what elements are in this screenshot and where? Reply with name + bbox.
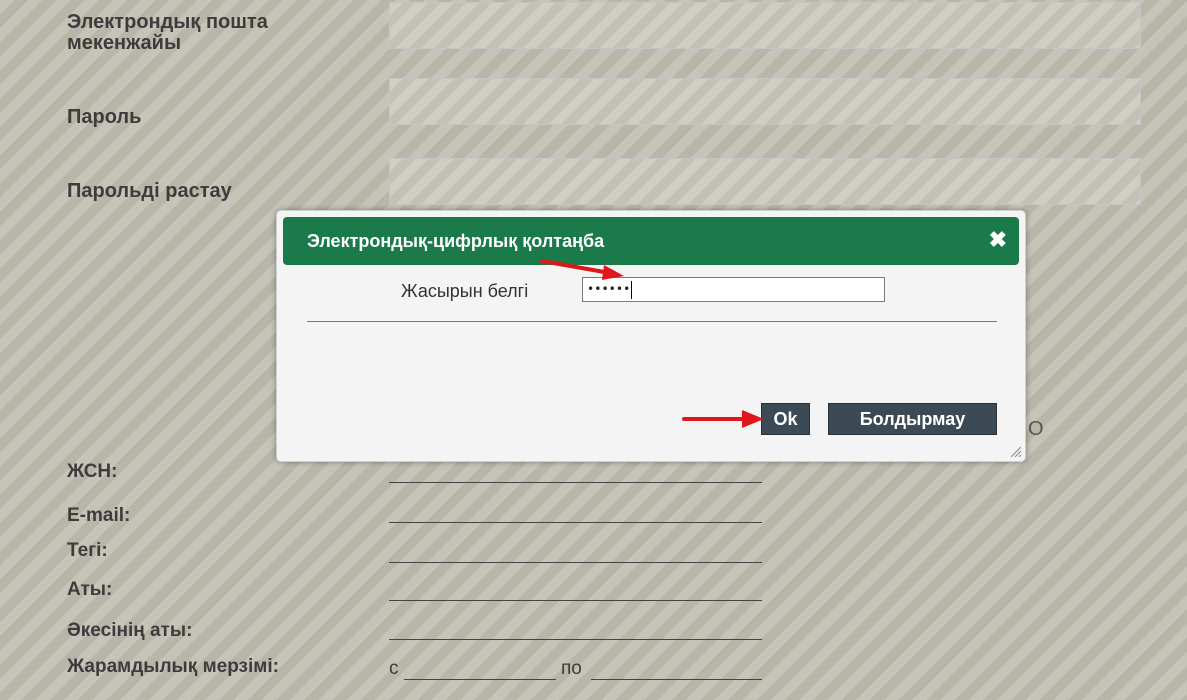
validity-from-label: с (389, 658, 399, 679)
iin-label: ЖСН: (67, 461, 118, 482)
resize-handle-icon[interactable] (1009, 445, 1021, 457)
iin-value-line (389, 482, 762, 483)
password-mask: •••••• (587, 282, 631, 296)
dialog-password-label: Жасырын белгі (401, 281, 529, 301)
validity-label: Жарамдылық мерзімі: (67, 656, 279, 677)
background-text-fragment: O (1028, 418, 1044, 440)
surname-label: Тегі: (67, 540, 108, 561)
patronymic-value-line (389, 639, 762, 640)
ok-button[interactable]: Ok (761, 403, 810, 435)
email-field[interactable] (389, 2, 1141, 49)
email-info-label: E-mail: (67, 505, 131, 526)
dialog-title: Электрондық-цифрлық қолтаңба (307, 231, 605, 251)
surname-value-line (389, 562, 762, 563)
name-value-line (389, 600, 762, 601)
password-label: Пароль (67, 106, 142, 128)
confirm-password-field[interactable] (389, 158, 1141, 205)
validity-to-label: по (561, 658, 582, 679)
arrow-to-ok-icon (682, 410, 764, 428)
email-label: Электрондық пошта мекенжайы (67, 11, 268, 54)
password-field[interactable] (389, 78, 1141, 125)
name-label: Аты: (67, 579, 113, 600)
dialog-header: Электрондық-цифрлық қолтаңба ✖ (283, 217, 1019, 265)
confirm-password-label: Парольді растау (67, 180, 232, 202)
validity-to-line (591, 679, 762, 680)
close-icon[interactable]: ✖ (989, 227, 1007, 253)
registration-page: Электрондық пошта мекенжайы Пароль Парол… (0, 0, 1187, 700)
text-cursor (631, 280, 633, 299)
dialog-password-input[interactable]: •••••• (582, 277, 885, 302)
dialog-separator (307, 321, 997, 322)
digital-signature-dialog: Электрондық-цифрлық қолтаңба ✖ Жасырын б… (276, 210, 1026, 462)
cancel-button[interactable]: Болдырмау (828, 403, 997, 435)
arrow-to-password-icon (540, 259, 624, 280)
patronymic-label: Әкесінің аты: (67, 620, 193, 641)
validity-from-line (404, 679, 556, 680)
email-value-line (389, 522, 762, 523)
